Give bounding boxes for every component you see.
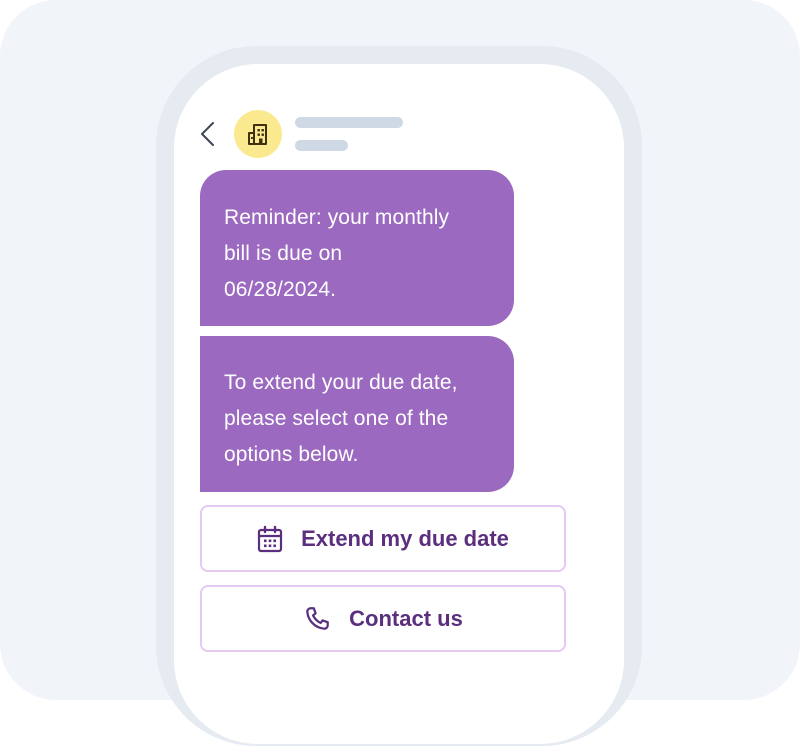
- message-text-line: To extend your due date,: [224, 371, 458, 394]
- calendar-icon: [257, 525, 283, 553]
- contact-us-label: Contact us: [349, 605, 463, 631]
- message-text-line: 06/28/2024.: [224, 278, 337, 301]
- message-bubble-reminder: Reminder: your monthly bill is due on 06…: [200, 170, 514, 326]
- contact-us-button[interactable]: Contact us: [200, 585, 566, 652]
- back-button[interactable]: [196, 118, 220, 150]
- phone-icon: [303, 605, 331, 633]
- extend-due-date-label: Extend my due date: [301, 525, 509, 551]
- message-bubble-options: To extend your due date, please select o…: [200, 336, 514, 492]
- chevron-left-icon: [201, 122, 214, 146]
- message-text-line: Reminder: your monthly: [224, 206, 450, 229]
- extend-due-date-button[interactable]: Extend my due date: [200, 505, 566, 572]
- contact-name-placeholder: [295, 117, 403, 128]
- building-icon: [248, 124, 267, 145]
- message-text-line: bill is due on: [224, 242, 343, 265]
- contact-subtitle-placeholder: [295, 140, 348, 151]
- contact-avatar: [234, 110, 282, 158]
- message-text-line: please select one of the: [224, 407, 449, 430]
- message-text-line: options below.: [224, 443, 359, 466]
